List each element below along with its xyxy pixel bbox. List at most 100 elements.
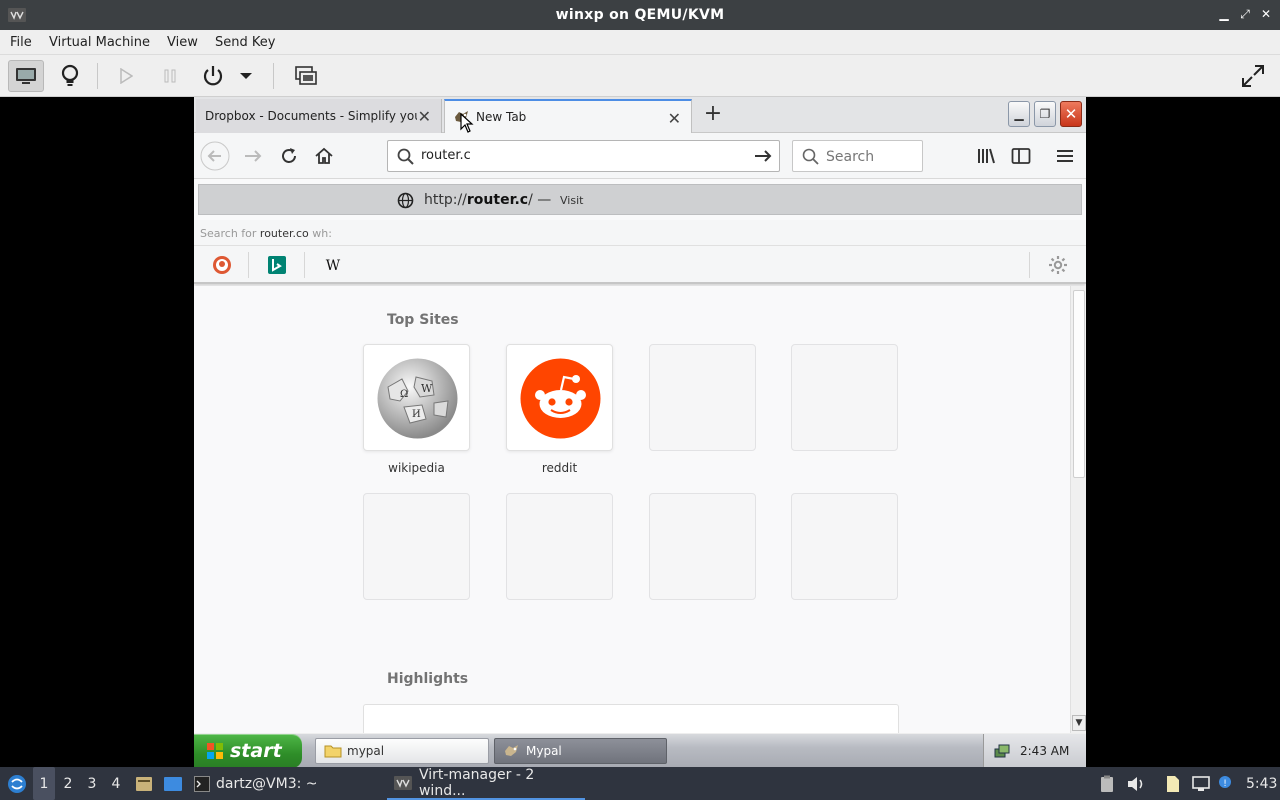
forward-arrow-icon (245, 150, 262, 162)
task-virt-manager[interactable]: Virt-manager - 2 wind... (387, 767, 585, 800)
top-site-wikipedia[interactable]: Ω W И (363, 344, 470, 451)
top-site-empty[interactable] (649, 493, 756, 600)
duckduckgo-button[interactable] (209, 252, 235, 278)
scrollbar[interactable]: ▼ (1070, 286, 1086, 733)
top-site-empty[interactable] (791, 344, 898, 451)
scrollbar-thumb[interactable] (1073, 290, 1085, 478)
home-icon (315, 147, 333, 164)
top-site-empty[interactable] (649, 344, 756, 451)
menu-view[interactable]: View (167, 35, 198, 50)
globe-icon (397, 192, 414, 209)
tab-label: New Tab (476, 110, 527, 124)
desktop-icon (164, 776, 182, 791)
app-launcher-button[interactable] (6, 767, 28, 800)
file-manager-icon (136, 776, 152, 791)
vm-display[interactable]: Dropbox - Documents - Simplify your li ✕… (0, 97, 1280, 768)
menu-file[interactable]: File (10, 35, 32, 50)
tray-clipboard[interactable] (1163, 767, 1183, 800)
url-bar[interactable]: router.c (387, 140, 780, 172)
reload-button[interactable] (274, 141, 304, 171)
top-site-empty[interactable] (506, 493, 613, 600)
sidebar-button[interactable] (1006, 141, 1036, 171)
clipboard-icon (1101, 775, 1113, 792)
bing-icon (268, 256, 286, 274)
close-tab-icon[interactable]: ✕ (418, 107, 431, 126)
library-button[interactable] (971, 141, 1001, 171)
tab-new-tab[interactable]: New Tab ✕ (444, 99, 692, 133)
search-bar[interactable]: Search (792, 140, 923, 172)
menu-send-key[interactable]: Send Key (215, 35, 275, 50)
maximize-icon[interactable]: ⤢ (1237, 6, 1253, 22)
svg-text:W: W (326, 258, 341, 274)
fullscreen-button[interactable] (1235, 60, 1271, 92)
show-desktop-button[interactable] (162, 767, 184, 800)
play-icon (120, 68, 133, 84)
menu-button[interactable] (1050, 141, 1080, 171)
xp-minimize-button[interactable]: ▁ (1008, 101, 1030, 127)
home-button[interactable] (309, 141, 339, 171)
xp-maximize-button[interactable]: ❐ (1034, 101, 1056, 127)
search-placeholder: Search (826, 149, 875, 165)
xp-taskbar: start mypal Mypal 2:43 AM (194, 733, 1086, 768)
xp-close-button[interactable]: ✕ (1060, 101, 1082, 127)
workspace-4[interactable]: 4 (105, 767, 127, 800)
xp-task-mypal-browser[interactable]: Mypal (494, 738, 667, 764)
svg-text:!: ! (1223, 779, 1227, 789)
bing-button[interactable] (264, 252, 290, 278)
workspace-2[interactable]: 2 (57, 767, 79, 800)
url-suggestion-visit[interactable]: http://router.c/ — Visit (198, 184, 1082, 215)
shutdown-menu-button[interactable] (234, 60, 258, 92)
mouse-cursor-icon (460, 113, 474, 133)
host-menubar: File Virtual Machine View Send Key (0, 30, 1280, 55)
details-button[interactable] (52, 60, 88, 92)
xp-start-button[interactable]: start (194, 734, 302, 768)
network-icon (1192, 775, 1210, 791)
tray-volume[interactable] (1126, 767, 1146, 800)
top-site-reddit[interactable] (506, 344, 613, 451)
minimize-icon[interactable]: ▁ (1216, 6, 1232, 22)
back-button[interactable] (200, 141, 230, 171)
network-tray-icon[interactable] (994, 743, 1010, 759)
hamburger-menu-icon (1057, 150, 1073, 162)
folder-icon (324, 745, 342, 758)
host-titlebar: winxp on QEMU/KVM ▁ ⤢ ✕ (0, 0, 1280, 30)
run-button[interactable] (108, 60, 144, 92)
svg-text:И: И (412, 409, 421, 420)
search-icon (802, 148, 819, 165)
tab-bar: Dropbox - Documents - Simplify your li ✕… (194, 97, 1086, 133)
tray-network[interactable] (1190, 767, 1212, 800)
workspace-1[interactable]: 1 (33, 767, 55, 800)
new-tab-button[interactable]: + (700, 102, 726, 128)
console-button[interactable] (8, 60, 44, 92)
wikipedia-globe-icon: Ω W И (377, 358, 458, 439)
tray-notes[interactable] (1098, 767, 1116, 800)
tab-dropbox[interactable]: Dropbox - Documents - Simplify your li ✕ (196, 99, 442, 133)
close-icon[interactable]: ✕ (1258, 6, 1274, 22)
search-for-hint: Search for router.co wh: (194, 220, 1086, 246)
forward-button[interactable] (238, 141, 268, 171)
task-label: Mypal (526, 744, 562, 758)
volume-icon (1128, 776, 1143, 791)
pause-button[interactable] (152, 60, 188, 92)
top-site-empty[interactable] (791, 493, 898, 600)
xp-task-mypal-folder[interactable]: mypal (315, 738, 489, 764)
reddit-icon (520, 358, 601, 439)
tab-label: Dropbox - Documents - Simplify your li (205, 109, 417, 123)
snapshot-icon (295, 66, 317, 85)
close-tab-icon[interactable]: ✕ (668, 109, 681, 128)
snapshots-button[interactable] (288, 60, 324, 92)
task-terminal[interactable]: dartz@VM3: ~ (194, 767, 318, 800)
scroll-down-button[interactable]: ▼ (1072, 715, 1086, 731)
shutdown-button[interactable] (195, 60, 231, 92)
menu-virtual-machine[interactable]: Virtual Machine (49, 35, 150, 50)
search-settings-button[interactable] (1045, 252, 1071, 278)
tray-updates[interactable]: ! (1216, 767, 1234, 800)
wikipedia-search-button[interactable]: W (320, 252, 346, 278)
file-manager-launcher[interactable] (134, 767, 154, 800)
search-engines-row: W (194, 246, 1086, 284)
url-input-text[interactable]: router.c (421, 148, 471, 163)
workspace-3[interactable]: 3 (81, 767, 103, 800)
engine-divider (304, 252, 305, 278)
go-arrow-icon[interactable] (753, 148, 773, 164)
top-site-empty[interactable] (363, 493, 470, 600)
